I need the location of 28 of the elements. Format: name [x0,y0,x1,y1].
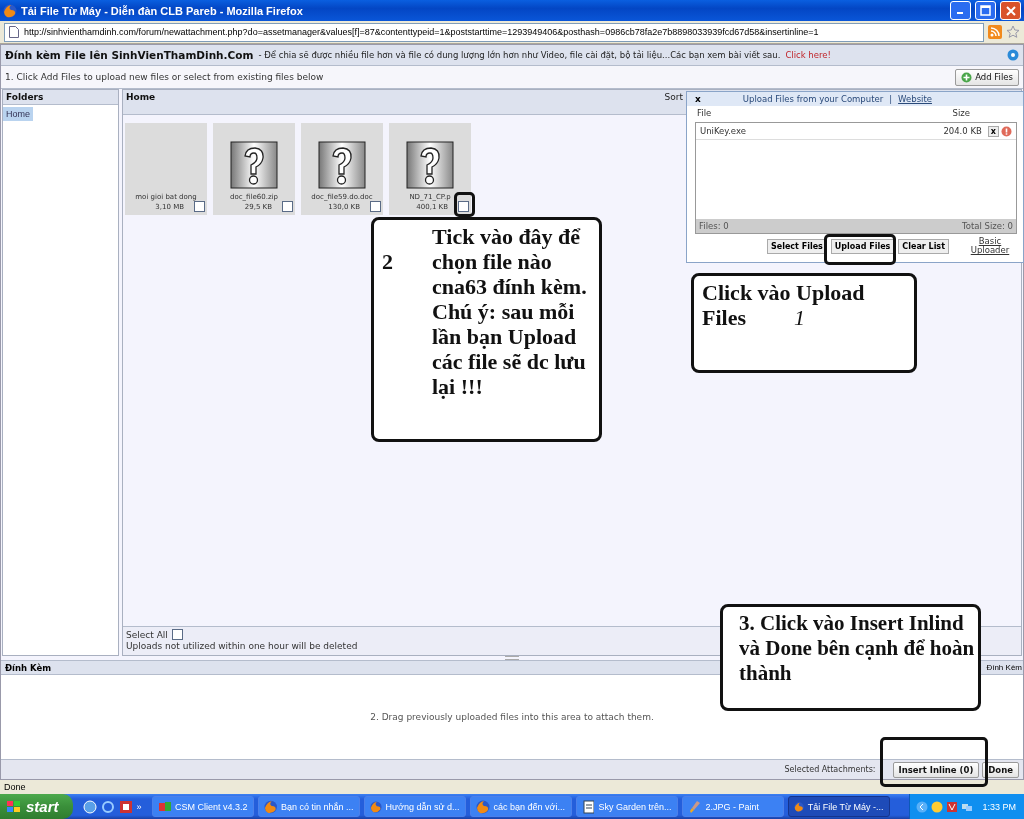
callout-text: Click vào Upload [702,280,865,305]
files-count: Files: 0 [699,221,729,231]
folders-heading: Folders [3,90,118,105]
column-header: Size [952,108,970,118]
total-size: Total Size: 0 [962,221,1013,231]
title-separator: | [889,94,893,104]
info-title: Đính kèm File lên SinhVienThamDinh.Com [5,49,254,61]
window-title: Tải File Từ Máy - Diễn đàn CLB Pareb - Mozilla Firefox [21,4,304,17]
callout-number: 1 [794,305,805,330]
callout-number: 2 [382,249,394,274]
attachments-heading: Đính Kèm [986,663,1022,672]
uploads-note: Uploads not utilized within one hour will be deleted [126,641,358,651]
callout-text: Tick vào đây để chọn file nào cna63 đính kèm. Chú ý: sau mỗi lần bạn Upload các file sẽ dc lưu lại !!! [432,224,588,399]
column-header: File [697,108,712,118]
sort-label: Sort [664,92,683,102]
select-all-label: Select All [126,629,168,640]
dialog-title: Upload Files from your Computer [742,94,884,104]
selected-attachments-label: Selected Attachments: [784,765,876,774]
file-size: 204.0 KB [943,126,982,136]
status-text: Done [4,782,26,792]
callout-text: Files [702,305,746,330]
drop-hint: 2. Drag previously uploaded files into this area to attach them. [370,712,654,722]
instructions-text: 1. Click Add Files to upload new files or select from existing files below [5,72,324,82]
file-name: UniKey.exe [700,126,746,136]
attachments-heading: Đính Kèm [5,662,52,673]
info-text: - Để chia sẽ được nhiều file hơn và file có dung lượng lớn hơn như Video, file cài đặt, bộ tải liệu...Các bạn xem bài viết sau. [258,50,781,60]
folder-heading: Home [126,92,156,102]
clock: 1:33 PM [982,801,1016,812]
